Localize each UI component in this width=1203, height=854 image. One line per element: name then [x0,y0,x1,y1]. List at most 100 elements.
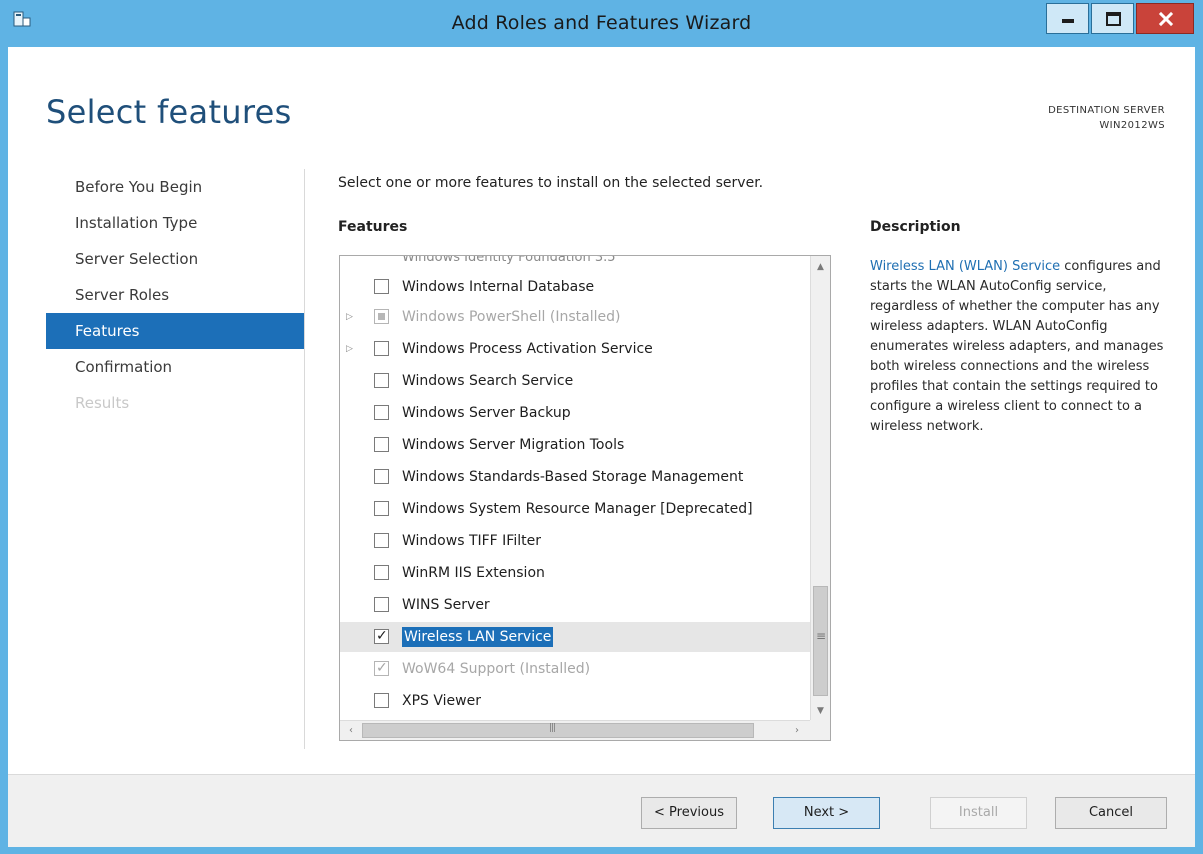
nav-item-confirmation[interactable]: Confirmation [46,349,304,385]
expand-icon[interactable]: ▷ [346,334,356,364]
feature-label: Windows Server Backup [402,398,571,428]
feature-label-text: Wireless LAN Service [402,627,554,647]
cancel-button[interactable]: Cancel [1055,797,1167,829]
feature-checkbox[interactable] [374,693,389,708]
feature-label-text: WINS Server [402,597,490,613]
feature-label: Windows TIFF IFilter [402,526,541,556]
feature-label-text: Windows Server Migration Tools [402,437,625,453]
minimize-button[interactable] [1046,3,1089,34]
wizard-window: Add Roles and Features Wizard Select fea… [0,0,1203,854]
feature-row[interactable]: Windows Standards-Based Storage Manageme… [340,462,810,492]
scroll-right-icon[interactable]: › [788,721,806,740]
feature-checkbox[interactable] [374,501,389,516]
close-button[interactable] [1136,3,1194,34]
maximize-button[interactable] [1091,3,1134,34]
feature-checkbox[interactable] [374,533,389,548]
wizard-client-area: Select features DESTINATION SERVER WIN20… [8,47,1195,847]
feature-label-text: Windows Standards-Based Storage Manageme… [402,469,744,485]
scroll-up-icon[interactable]: ▲ [811,258,830,276]
minimize-icon [1062,19,1074,23]
feature-checkbox[interactable] [374,565,389,580]
feature-label: Windows Identity Foundation 3.5 [402,256,616,264]
horizontal-scroll-thumb[interactable] [362,723,754,738]
scrollbar-corner [810,720,830,740]
description-body: configures and starts the WLAN AutoConfi… [870,259,1164,434]
feature-checkbox [374,653,389,683]
description-heading: Description [870,219,961,235]
feature-row[interactable]: Wireless LAN Service [340,621,810,652]
wizard-footer: < Previous Next > Install Cancel [8,774,1195,847]
feature-row[interactable]: XPS Viewer [340,686,810,716]
feature-row[interactable]: WinRM IIS Extension [340,558,810,588]
feature-row[interactable]: Windows TIFF IFilter [340,526,810,556]
instruction-text: Select one or more features to install o… [338,175,764,191]
page-title: Select features [46,93,292,131]
nav-item-installation-type[interactable]: Installation Type [46,205,304,241]
feature-checkbox[interactable] [374,309,389,324]
feature-description: Wireless LAN (WLAN) Service configures a… [870,257,1170,437]
feature-label-text: Windows Internal Database [402,279,595,295]
feature-label-text: WoW64 Support (Installed) [402,661,591,677]
features-list[interactable]: Windows Identity Foundation 3.5 Windows I… [339,255,831,741]
feature-label-text: WinRM IIS Extension [402,565,545,581]
feature-label-text: Windows TIFF IFilter [402,533,541,549]
title-bar[interactable]: Add Roles and Features Wizard [0,0,1203,47]
nav-item-before-you-begin[interactable]: Before You Begin [46,169,304,205]
feature-label: Windows Process Activation Service [402,334,653,364]
feature-row[interactable]: Windows Server Migration Tools [340,430,810,460]
scroll-left-icon[interactable]: ‹ [342,721,360,740]
feature-label: Windows System Resource Manager [Depreca… [402,494,753,524]
feature-checkbox[interactable] [374,469,389,484]
feature-label: Windows Search Service [402,366,573,396]
features-heading: Features [338,219,408,235]
feature-row[interactable]: Windows Internal Database [340,272,810,302]
nav-item-server-roles[interactable]: Server Roles [46,277,304,313]
feature-row[interactable]: Windows Search Service [340,366,810,396]
feature-checkbox[interactable] [374,597,389,612]
feature-checkbox[interactable] [374,279,389,294]
feature-label-text: Windows Search Service [402,373,574,389]
feature-row[interactable]: ▷ Windows PowerShell (Installed) [340,302,810,332]
wizard-nav: Before You Begin Installation Type Serve… [46,169,304,421]
destination-server-label: DESTINATION SERVER [1048,105,1165,116]
feature-checkbox[interactable] [374,373,389,388]
feature-label: Windows PowerShell (Installed) [402,302,620,332]
feature-row[interactable]: Windows Server Backup [340,398,810,428]
next-button[interactable]: Next > [773,797,880,829]
vertical-scrollbar[interactable]: ▲ ▼ [810,256,830,722]
feature-row[interactable]: Windows System Resource Manager [Depreca… [340,494,810,524]
nav-item-server-selection[interactable]: Server Selection [46,241,304,277]
nav-item-results: Results [75,394,130,412]
previous-button[interactable]: < Previous [641,797,737,829]
maximize-icon [1106,12,1121,26]
feature-label: Windows Internal Database [402,272,594,302]
feature-row[interactable]: WINS Server [340,590,810,620]
feature-label-text: Windows Server Backup [402,405,571,421]
window-title: Add Roles and Features Wizard [451,12,752,34]
horizontal-scrollbar[interactable]: ‹ › [340,720,810,740]
expand-icon[interactable]: ▷ [346,302,356,332]
feature-label-text: Windows Process Activation Service [402,341,653,357]
feature-label: WoW64 Support (Installed) [402,654,590,684]
feature-checkbox[interactable] [374,621,389,651]
feature-label: Wireless LAN Service [402,622,554,652]
destination-server: DESTINATION SERVER WIN2012WS [1048,103,1165,133]
vertical-scroll-thumb[interactable] [813,586,828,696]
feature-label: XPS Viewer [402,686,481,716]
feature-row: Windows Identity Foundation 3.5 [340,256,810,270]
nav-item-features[interactable]: Features [46,313,304,349]
feature-row[interactable]: ▷ Windows Process Activation Service [340,334,810,364]
feature-row[interactable]: WoW64 Support (Installed) [340,653,810,684]
destination-server-name: WIN2012WS [1099,120,1165,131]
feature-checkbox[interactable] [374,437,389,452]
feature-label: WINS Server [402,590,490,620]
features-list-items: Windows Identity Foundation 3.5 Windows I… [340,256,810,722]
scroll-down-icon[interactable]: ▼ [811,702,830,720]
feature-checkbox[interactable] [374,405,389,420]
feature-label-text: Windows System Resource Manager [Depreca… [402,501,753,517]
feature-label: Windows Server Migration Tools [402,430,624,460]
close-icon [1158,11,1174,27]
description-link[interactable]: Wireless LAN (WLAN) Service [870,259,1060,274]
feature-checkbox[interactable] [374,341,389,356]
feature-label: Windows Standards-Based Storage Manageme… [402,462,743,492]
